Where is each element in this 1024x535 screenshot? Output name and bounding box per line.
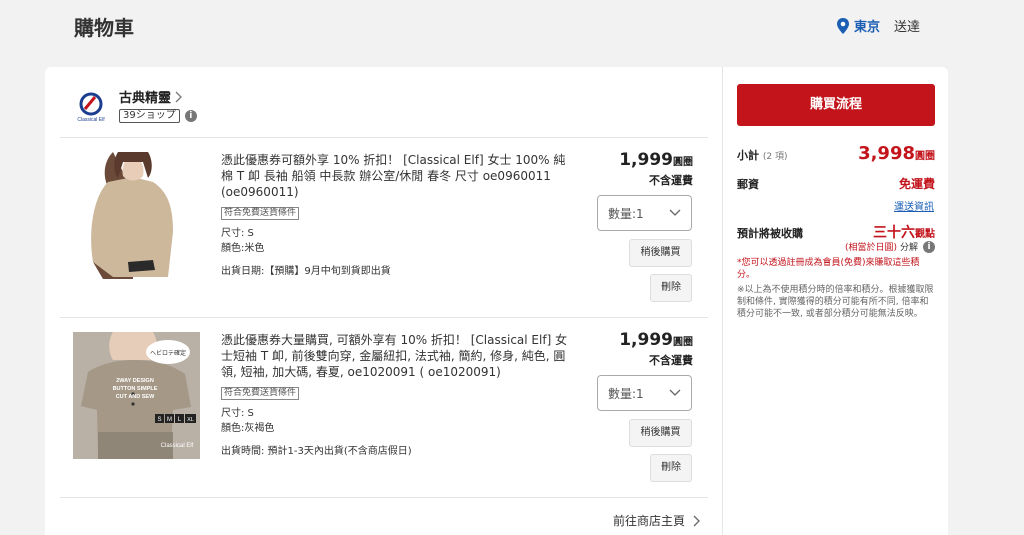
svg-text:M: M (167, 417, 172, 423)
quantity-select[interactable]: 數量:1 (597, 375, 692, 411)
points-disclaimer: ※以上為不使用積分時的倍率和積分。根據獲取限制和條件, 實際獲得的積分可能有所不… (737, 285, 934, 319)
product-image[interactable]: ヘビロテ確定 2WAY DESIGN BUTTON SIMPLE CUT AND… (73, 332, 200, 459)
svg-text:Classical Elf: Classical Elf (161, 443, 194, 449)
location-suffix: 送達 (894, 20, 921, 35)
subtotal-row: 小計 (2 項) 3,998圓圈 (737, 143, 935, 164)
goto-store-link[interactable]: 前往商店主頁 (613, 512, 701, 529)
subtotal-label: 小計 (737, 149, 759, 162)
shop-logo[interactable]: Classical Elf (75, 91, 107, 123)
delete-button[interactable]: 刪除 (650, 274, 692, 302)
divider (60, 137, 708, 138)
points-row: 預計將被收購 三十六觀點 (737, 222, 935, 242)
location-city[interactable]: 東京 (854, 16, 880, 35)
save-for-later-button[interactable]: 稍後購買 (629, 419, 692, 447)
cart-items-panel: Classical Elf 古典精靈 39ショップ i 憑此優惠券可額外享 10… (45, 67, 722, 535)
shipping-label: 郵資 (737, 178, 759, 191)
delete-button[interactable]: 刪除 (650, 454, 692, 482)
chevron-right-icon (175, 91, 182, 102)
shop-name-link[interactable]: 古典精靈 (119, 87, 197, 106)
quantity-select[interactable]: 數量:1 (597, 195, 692, 231)
shipping-excluded: 不含運費 (649, 174, 693, 187)
subtotal-unit: 圓圈 (915, 151, 935, 162)
member-points-note: *您可以透過註冊成為會員(免費)來賺取這些積分。 (737, 258, 920, 280)
product-title-link[interactable]: 憑此優惠券可額外享 10% 折扣！ [Classical Elf] 女士 100… (221, 152, 577, 200)
points-unit: 觀點 (915, 229, 935, 240)
points-label: 預計將被收購 (737, 227, 803, 240)
points-equiv-label: (相當於日圓) (844, 243, 897, 253)
chevron-down-icon (669, 389, 681, 396)
svg-text:S: S (157, 417, 161, 423)
svg-text:Classical Elf: Classical Elf (77, 117, 105, 123)
info-icon[interactable]: i (923, 240, 935, 253)
shop-badge: 39ショップ (119, 109, 180, 123)
points-equivalent: (相當於日圓) 分解 i (737, 240, 935, 253)
price-value: 1,999 (619, 150, 673, 170)
order-summary-panel: 購買流程 小計 (2 項) 3,998圓圈 郵資 免運費 運送資訊 預計將被收購… (722, 67, 948, 535)
shop-name: 古典精靈 (119, 91, 172, 106)
product-size: 尺寸: S (221, 228, 254, 239)
shipping-excluded: 不含運費 (649, 354, 693, 367)
ship-date: 出貨時間: 預計1-3天內出貨(不含商店假日) (221, 446, 412, 457)
points-equiv-suffix: 分解 (899, 243, 918, 253)
shipping-row: 郵資 免運費 (737, 175, 935, 192)
save-for-later-button[interactable]: 稍後購買 (629, 239, 692, 267)
shipping-info-link[interactable]: 運送資訊 (894, 198, 934, 213)
subtotal-value: 3,998 (858, 143, 915, 164)
price-unit: 圓圈 (673, 337, 693, 348)
page-title: 購物車 (74, 16, 134, 40)
product-color: 顏色:米色 (221, 243, 265, 254)
price-block: 1,999圓圈 不含運費 (593, 330, 693, 368)
divider (60, 317, 708, 318)
product-title-link[interactable]: 憑此優惠券大量購買, 可額外享有 10% 折扣！ [Classical Elf]… (221, 332, 577, 380)
svg-text:BUTTON SIMPLE: BUTTON SIMPLE (113, 386, 158, 392)
free-shipping-tag: 符合免費送貨條件 (221, 387, 300, 400)
location-pin-icon (837, 17, 849, 34)
quantity-value: 數量:1 (608, 206, 644, 221)
divider (60, 497, 708, 498)
price-unit: 圓圈 (673, 157, 693, 168)
delivery-location[interactable]: 東京 送達 (836, 16, 920, 35)
info-icon[interactable]: i (184, 110, 197, 122)
price-block: 1,999圓圈 不含運費 (593, 150, 693, 188)
product-image[interactable] (73, 152, 200, 279)
chevron-down-icon (669, 209, 681, 216)
shipping-value: 免運費 (898, 177, 935, 191)
shop-header: Classical Elf 古典精靈 39ショップ i (75, 87, 197, 123)
svg-text:2WAY DESIGN: 2WAY DESIGN (116, 378, 154, 384)
product-size: 尺寸: S (221, 408, 254, 419)
points-value: 三十六 (873, 225, 915, 241)
checkout-button[interactable]: 購買流程 (737, 84, 935, 126)
svg-text:XL: XL (187, 417, 194, 423)
product-color: 顏色:灰褐色 (221, 423, 275, 434)
subtotal-count: (2 項) (762, 152, 788, 162)
price-value: 1,999 (619, 330, 673, 350)
quantity-value: 數量:1 (608, 386, 644, 401)
ship-date: 出貨日期:【預購】9月中旬到貨即出貨 (221, 266, 391, 277)
chevron-right-icon (693, 515, 700, 526)
svg-text:CUT AND SEW: CUT AND SEW (116, 394, 155, 400)
svg-text:ヘビロテ確定: ヘビロテ確定 (150, 349, 186, 357)
free-shipping-tag: 符合免費送貨條件 (221, 207, 300, 220)
goto-store-label: 前往商店主頁 (613, 514, 686, 528)
